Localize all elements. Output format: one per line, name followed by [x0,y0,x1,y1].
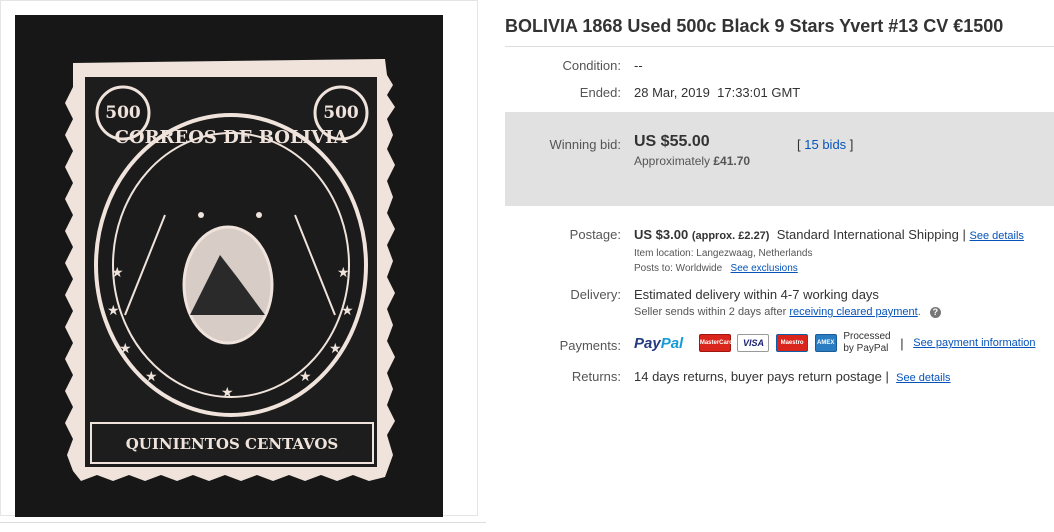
listing-title: BOLIVIA 1868 Used 500c Black 9 Stars Yve… [505,16,1004,36]
postage-approx: (approx. £2.27) [691,230,770,242]
bid-count-close: ] [849,137,854,152]
postage-line: US $3.00 (approx. £2.27) Standard Intern… [634,227,1024,242]
help-icon[interactable]: ? [929,306,941,318]
payments-divider: | [900,335,904,351]
maestro-icon: Maestro [776,334,809,352]
returns-line: 14 days returns, buyer pays return posta… [634,369,951,384]
visa-icon: VISA [737,334,770,352]
svg-text:★: ★ [337,264,350,280]
returns-details-link[interactable]: See details [896,372,950,384]
approx-value: £41.70 [713,154,751,168]
winning-bid-amount: US $55.00 [634,133,710,150]
ended-time: 17:33:01 GMT [717,85,801,100]
dispatch-line: Seller sends within 2 days after receivi… [634,306,941,318]
returns-divider: | [885,369,889,384]
item-location: Item location: Langezwaag, Netherlands [634,248,813,259]
posts-to: Posts to: Worldwide See exclusions [634,263,798,274]
mastercard-icon: MasterCard [698,334,733,352]
approx-prefix: Approximately [634,154,714,168]
svg-text:★: ★ [145,368,158,384]
postage-label: Postage: [569,227,621,242]
svg-text:★: ★ [221,384,234,400]
dispatch-suffix: . [917,306,921,318]
winning-bid-label: Winning bid: [549,137,621,152]
stamp-value-left: 500 [105,103,141,123]
paypal-logo: PayPal [634,334,684,352]
winning-bid-panel [505,112,1054,206]
payment-methods: PayPal MasterCard VISA Maestro AMEX Proc… [634,331,1036,359]
posts-to-text: Posts to: Worldwide [634,263,723,274]
stamp-bottom-text: QUINIENTOS CENTAVOS [126,435,339,453]
condition-value: -- [634,58,643,73]
bid-count-open: [ [797,137,801,152]
svg-text:★: ★ [329,340,342,356]
svg-text:★: ★ [119,340,132,356]
stamp-image[interactable]: 500 500 CORREOS DE BOLIVIA ★ ★ ★ ★ ★ ★ ★… [15,15,443,517]
ended-label: Ended: [579,85,621,100]
condition-label: Condition: [562,58,621,73]
stamp-illustration: 500 500 CORREOS DE BOLIVIA ★ ★ ★ ★ ★ ★ ★… [15,15,443,517]
svg-text:★: ★ [111,264,124,280]
bid-count: [ 15 bids ] [797,137,853,152]
returns-label: Returns: [571,369,621,384]
delivery-label: Delivery: [570,287,621,302]
processed-by-paypal: Processed by PayPal [843,331,891,354]
see-exclusions-link[interactable]: See exclusions [731,263,798,274]
svg-text:★: ★ [341,302,354,318]
postage-price: US $3.00 [634,227,689,242]
payments-label: Payments: [559,338,621,353]
payment-info-link[interactable]: See payment information [913,337,1035,349]
item-image-frame[interactable]: 500 500 CORREOS DE BOLIVIA ★ ★ ★ ★ ★ ★ ★… [0,0,478,517]
ended-date: 28 Mar, 2019 [634,85,710,100]
svg-text:★: ★ [299,368,312,384]
postage-service: Standard International Shipping [776,227,959,242]
postage-details-link[interactable]: See details [969,230,1023,242]
svg-text:★: ★ [107,302,120,318]
stamp-value-right: 500 [323,103,359,123]
dispatch-prefix: Seller sends within 2 days after [634,306,790,318]
stamp-arc-text: CORREOS DE BOLIVIA [115,127,349,148]
delivery-estimate: Estimated delivery within 4-7 working da… [634,287,879,302]
bid-count-link[interactable]: 15 bids [804,137,846,152]
image-bottom-divider [0,522,486,523]
cleared-payment-link[interactable]: receiving cleared payment [789,306,917,318]
winning-bid-approx: Approximately £41.70 [634,154,750,168]
postage-divider: | [962,227,966,242]
title-divider [505,46,1054,47]
amex-icon: AMEX [814,334,837,352]
returns-value: 14 days returns, buyer pays return posta… [634,369,882,384]
ended-value: 28 Mar, 2019 17:33:01 GMT [634,85,800,100]
